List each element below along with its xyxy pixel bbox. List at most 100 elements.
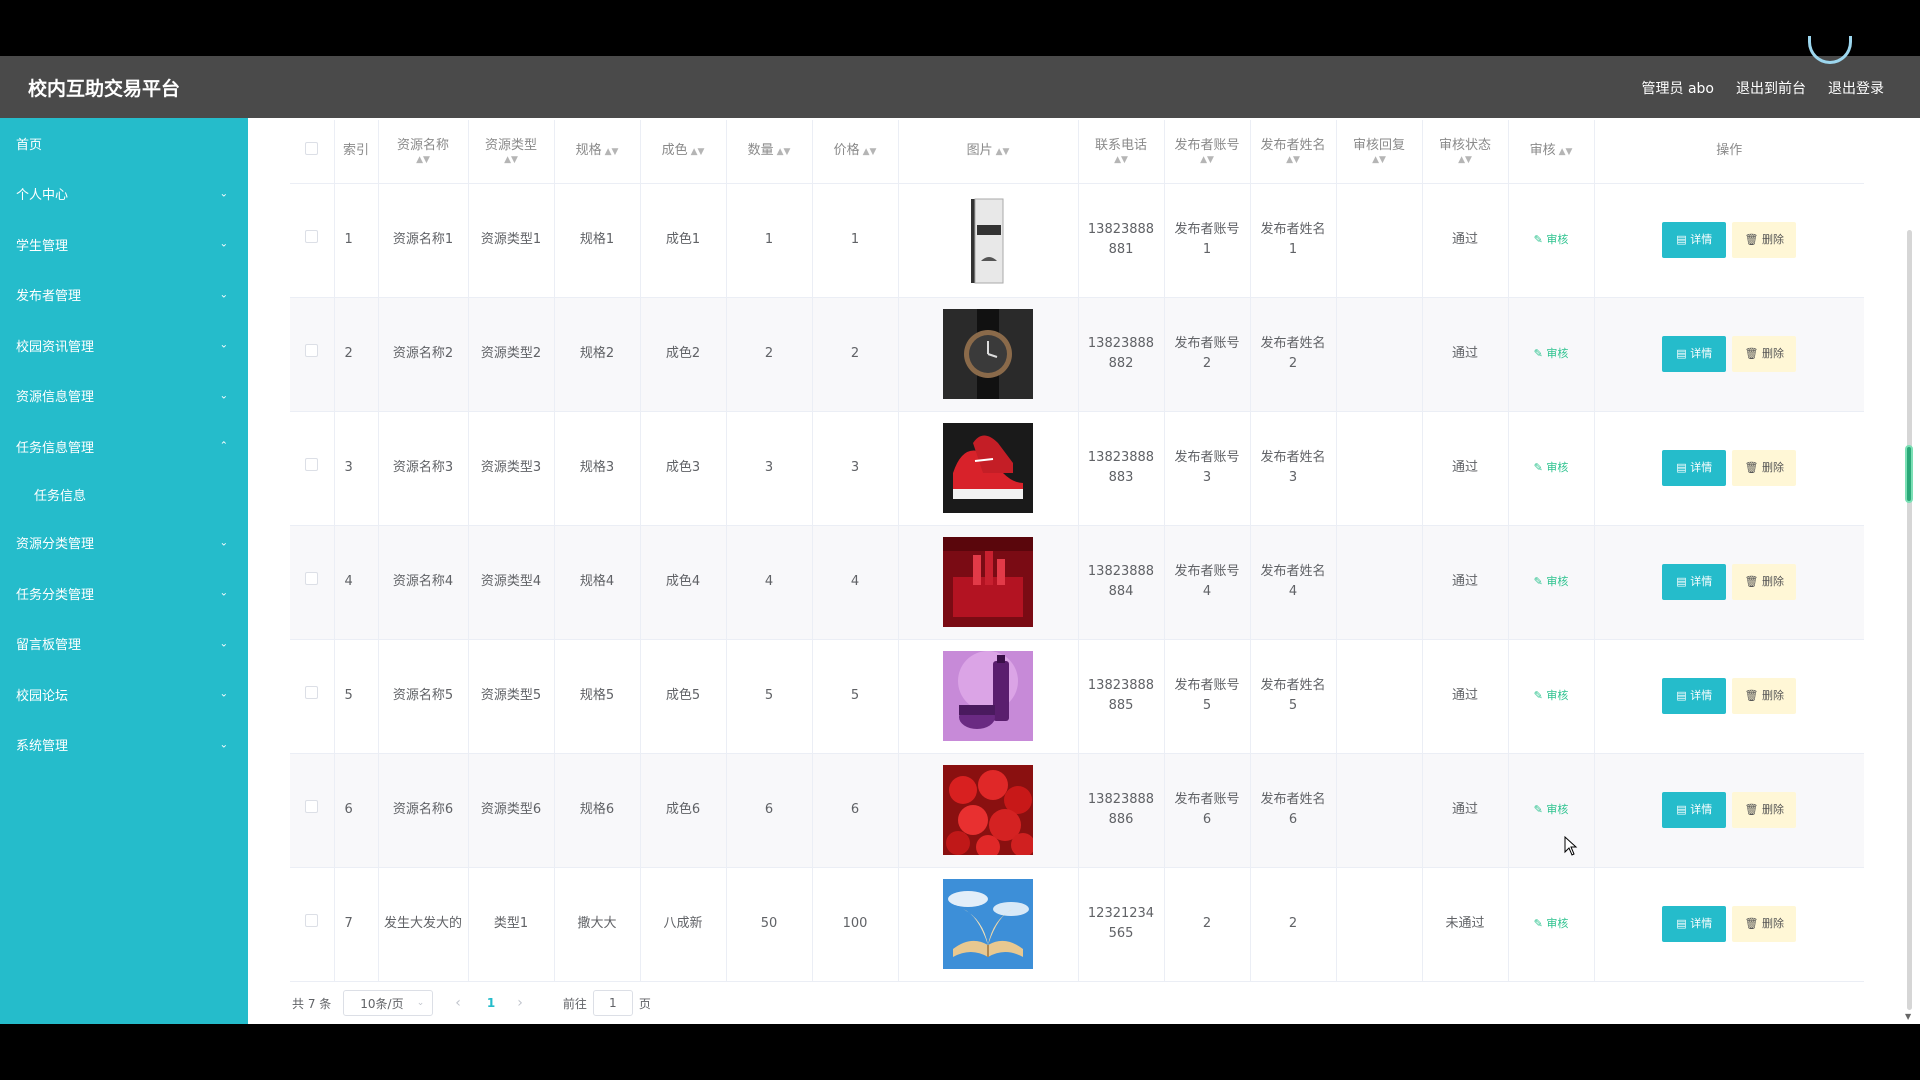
col-publisher-name[interactable]: 发布者姓名 ▲▼ (1250, 120, 1337, 184)
audit-link[interactable]: ✎ 审核 (1534, 233, 1569, 246)
audit-link[interactable]: ✎ 审核 (1534, 575, 1569, 588)
sort-icon[interactable]: ▲▼ (1079, 155, 1164, 165)
detail-button[interactable]: ▤ 详情 (1662, 906, 1727, 942)
sort-icon[interactable]: ▲▼ (605, 147, 619, 157)
col-condition[interactable]: 成色 ▲▼ (640, 120, 727, 184)
col-index[interactable]: 索引 (334, 120, 379, 184)
trash-icon: 🗑 (1744, 461, 1759, 474)
detail-button[interactable]: ▤ 详情 (1662, 678, 1727, 714)
select-all-header[interactable] (290, 120, 335, 184)
row-checkbox[interactable] (305, 686, 319, 699)
sort-icon[interactable]: ▲▼ (1423, 155, 1508, 165)
screen-bottom-bar (0, 1024, 1920, 1080)
goto-page-input[interactable]: 1 (592, 990, 633, 1016)
sidebar-item-resource-category[interactable]: 资源分类管理 ⌄ (0, 518, 248, 569)
sort-icon[interactable]: ▲▼ (1165, 155, 1250, 165)
detail-button[interactable]: ▤ 详情 (1662, 792, 1727, 828)
sidebar-item-students[interactable]: 学生管理 ⌄ (0, 219, 248, 270)
row-checkbox[interactable] (305, 800, 319, 813)
page-number[interactable]: 1 (487, 996, 495, 1010)
sidebar-item-label: 留言板管理 (16, 638, 82, 654)
col-audit[interactable]: 审核 ▲▼ (1508, 120, 1595, 184)
sidebar-item-publishers[interactable]: 发布者管理 ⌄ (0, 270, 248, 321)
scroll-down-icon[interactable]: ▼ (1905, 1012, 1911, 1021)
audit-link[interactable]: ✎ 审核 (1534, 803, 1569, 816)
row-select-cell[interactable] (290, 867, 335, 982)
col-qty[interactable]: 数量 ▲▼ (726, 120, 813, 184)
cell-publisher-account: 2 (1164, 867, 1251, 982)
audit-link[interactable]: ✎ 审核 (1534, 347, 1569, 360)
col-audit-status[interactable]: 审核状态 ▲▼ (1422, 120, 1509, 184)
sidebar-item-resource-info[interactable]: 资源信息管理 ⌄ (0, 371, 248, 422)
sort-icon[interactable]: ▲▼ (1251, 155, 1336, 165)
next-page-button[interactable]: › (517, 995, 523, 1011)
sort-icon[interactable]: ▲▼ (469, 155, 554, 165)
detail-button[interactable]: ▤ 详情 (1662, 222, 1727, 258)
sidebar-item-system[interactable]: 系统管理 ⌄ (0, 720, 248, 771)
sort-icon[interactable]: ▲▼ (996, 147, 1010, 157)
sort-icon[interactable]: ▲▼ (379, 155, 468, 165)
sort-icon[interactable]: ▲▼ (863, 147, 877, 157)
admin-label: 管理员 abo (1641, 81, 1714, 97)
col-audit-reply[interactable]: 审核回复 ▲▼ (1336, 120, 1423, 184)
col-spec[interactable]: 规格 ▲▼ (554, 120, 641, 184)
cell-ops: ▤ 详情 🗑 删除 (1594, 525, 1864, 640)
audit-link[interactable]: ✎ 审核 (1534, 917, 1569, 930)
delete-button[interactable]: 🗑 删除 (1732, 564, 1797, 600)
page-size-select[interactable]: 10条/页 ⌄ (343, 990, 434, 1016)
col-price[interactable]: 价格 ▲▼ (812, 120, 899, 184)
row-checkbox[interactable] (305, 230, 319, 243)
delete-button[interactable]: 🗑 删除 (1732, 678, 1797, 714)
detail-button[interactable]: ▤ 详情 (1662, 336, 1727, 372)
detail-button[interactable]: ▤ 详情 (1662, 450, 1727, 486)
row-select-cell[interactable] (290, 639, 335, 754)
col-name[interactable]: 资源名称 ▲▼ (378, 120, 469, 184)
sidebar-item-campus-forum[interactable]: 校园论坛 ⌄ (0, 669, 248, 720)
row-select-cell[interactable] (290, 525, 335, 640)
row-checkbox[interactable] (305, 458, 319, 471)
audit-link[interactable]: ✎ 审核 (1534, 689, 1569, 702)
row-checkbox[interactable] (305, 572, 319, 585)
audit-link[interactable]: ✎ 审核 (1534, 461, 1569, 474)
row-select-cell[interactable] (290, 411, 335, 526)
cell-audit-reply (1336, 297, 1423, 412)
sidebar-item-label: 校园论坛 (16, 688, 69, 704)
row-select-cell[interactable] (290, 753, 335, 868)
sidebar-item-campus-news[interactable]: 校园资讯管理 ⌄ (0, 320, 248, 371)
cell-type: 资源类型3 (468, 411, 555, 526)
select-all-checkbox[interactable] (305, 141, 319, 155)
cell-phone: 13823888886 (1078, 753, 1165, 868)
col-type[interactable]: 资源类型 ▲▼ (468, 120, 555, 184)
row-checkbox[interactable] (305, 914, 319, 927)
prev-page-button[interactable]: ‹ (455, 995, 461, 1011)
col-image[interactable]: 图片 ▲▼ (898, 120, 1079, 184)
sidebar-item-message-board[interactable]: 留言板管理 ⌄ (0, 619, 248, 670)
sidebar-item-home[interactable]: 首页 (0, 118, 248, 169)
scrollbar-thumb[interactable] (1905, 445, 1913, 503)
sort-icon[interactable]: ▲▼ (777, 147, 791, 157)
sidebar-item-personal-center[interactable]: 个人中心 ⌄ (0, 169, 248, 220)
delete-button[interactable]: 🗑 删除 (1732, 792, 1797, 828)
delete-button[interactable]: 🗑 删除 (1732, 336, 1797, 372)
detail-button[interactable]: ▤ 详情 (1662, 564, 1727, 600)
col-publisher-account[interactable]: 发布者账号 ▲▼ (1164, 120, 1251, 184)
sort-icon[interactable]: ▲▼ (691, 147, 705, 157)
sidebar-item-task-info-management[interactable]: 任务信息管理 ⌃ (0, 421, 248, 472)
row-select-cell[interactable] (290, 183, 335, 298)
row-select-cell[interactable] (290, 297, 335, 412)
sidebar-item-task-category[interactable]: 任务分类管理 ⌄ (0, 568, 248, 619)
sort-icon[interactable]: ▲▼ (1337, 155, 1422, 165)
delete-button[interactable]: 🗑 删除 (1732, 906, 1797, 942)
sidebar-item-task-info[interactable]: 任务信息 (0, 472, 248, 518)
exit-to-front-link[interactable]: 退出到前台 (1736, 78, 1806, 98)
row-checkbox[interactable] (305, 344, 319, 357)
chevron-down-icon: ⌄ (219, 638, 228, 650)
col-phone[interactable]: 联系电话 ▲▼ (1078, 120, 1165, 184)
table-row: 5 资源名称5 资源类型5 规格5 成色5 5 5 13823888885 发布者账号5 发布者姓… (290, 639, 1864, 754)
sort-icon[interactable]: ▲▼ (1559, 147, 1573, 157)
delete-button[interactable]: 🗑 删除 (1732, 222, 1797, 258)
trash-icon: 🗑 (1744, 575, 1759, 588)
scrollbar[interactable]: ▼ (1904, 120, 1914, 1021)
logout-link[interactable]: 退出登录 (1828, 78, 1884, 98)
delete-button[interactable]: 🗑 删除 (1732, 450, 1797, 486)
